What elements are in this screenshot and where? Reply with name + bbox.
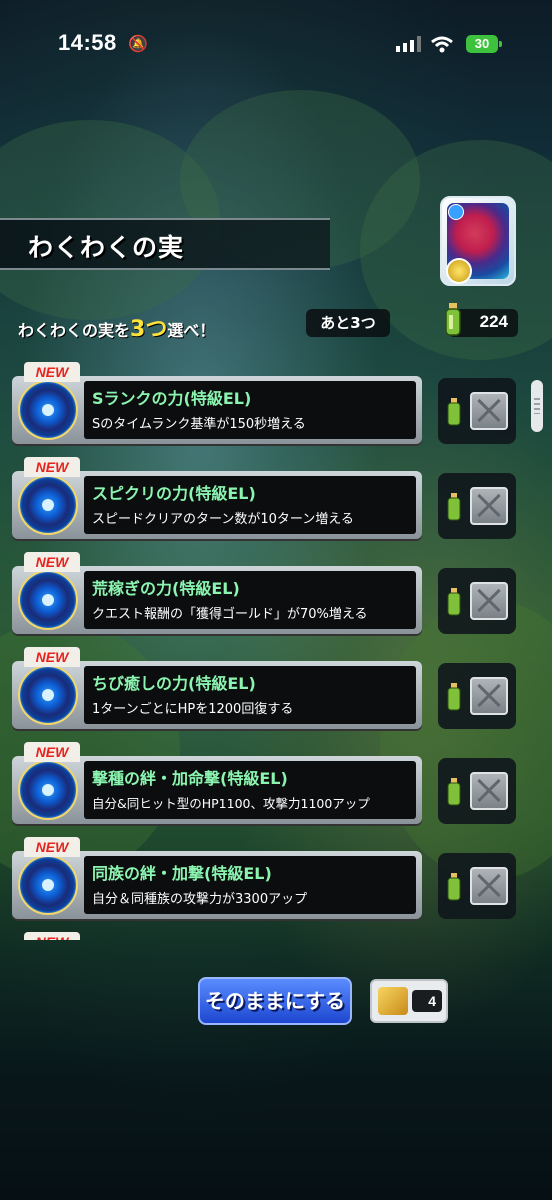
lock-checkbox[interactable] <box>470 487 508 525</box>
fruit-name: 同族の絆・加撃(特級EL) <box>92 864 272 883</box>
list-item[interactable]: スピクリの力(特級EL) スピードクリアのターン数が10ターン増える NEW <box>12 457 518 539</box>
battery-indicator: 30 <box>466 35 502 53</box>
fruit-orb-icon <box>18 760 78 820</box>
fruit-name: 撃種の絆・加命撃(特級EL) <box>92 769 288 788</box>
page-title-bar: わくわくの実 <box>0 218 330 270</box>
ticket-button[interactable]: 4 <box>370 979 448 1023</box>
scroll-ticket-icon <box>378 987 408 1015</box>
new-badge: NEW <box>24 932 80 940</box>
fruit-description: 自分＆同種族の攻撃力が3300アップ <box>92 892 308 907</box>
lock-checkbox[interactable] <box>470 677 508 715</box>
fruit-orb-icon <box>18 380 78 440</box>
fruit-bottle-icon <box>447 873 461 901</box>
new-badge: NEW <box>24 362 80 382</box>
fruit-card[interactable]: 撃種の絆・加命撃(特級EL) 自分&同ヒット型のHP1100、攻撃力1100アッ… <box>12 756 422 824</box>
fruit-bottle-icon <box>447 778 461 806</box>
ticket-count: 4 <box>412 990 442 1012</box>
fruit-bottle-icon <box>447 493 461 521</box>
fruit-orb-icon <box>18 570 78 630</box>
fruit-list[interactable]: Sランクの力(特級EL) Sのタイムランク基準が150秒増える NEW スピクリ… <box>0 360 552 940</box>
fruit-card[interactable]: 荒稼ぎの力(特級EL) クエスト報酬の「獲得ゴールド」が70%増える <box>12 566 422 634</box>
lock-panel[interactable] <box>438 473 516 539</box>
lock-checkbox[interactable] <box>470 772 508 810</box>
list-item[interactable]: 撃種の絆・加命撃(特級EL) 自分&同ヒット型のHP1100、攻撃力1100アッ… <box>12 742 518 824</box>
keep-as-is-button[interactable]: そのままにする <box>198 977 352 1025</box>
fruit-count: 224 <box>479 312 508 331</box>
new-badge: NEW <box>24 552 80 572</box>
fruit-bottle-icon <box>447 398 461 426</box>
mute-bell-icon: 🔕 <box>128 34 148 53</box>
page-title: わくわくの実 <box>28 233 185 262</box>
selection-prompt: わくわくの実を3つ選べ！ <box>18 311 215 343</box>
fruit-bottle-icon <box>447 683 461 711</box>
list-scrollbar[interactable] <box>531 380 543 432</box>
scrollbar-grip-icon <box>534 398 540 414</box>
wifi-icon <box>431 36 453 53</box>
rank-badge-icon <box>446 258 472 284</box>
fruit-name: Sランクの力(特級EL) <box>92 389 252 408</box>
fruit-count-box: 224 <box>445 303 518 337</box>
element-icon <box>448 204 464 220</box>
fruit-description: 1ターンごとにHPを1200回復する <box>92 702 294 717</box>
list-item[interactable]: 荒稼ぎの力(特級EL) クエスト報酬の「獲得ゴールド」が70%増える NEW <box>12 552 518 634</box>
prompt-suffix: 選べ！ <box>167 321 216 340</box>
prompt-prefix: わくわくの実を <box>18 321 131 340</box>
fruit-description: スピードクリアのターン数が10ターン増える <box>92 512 354 527</box>
fruit-name: ちび癒しの力(特級EL) <box>92 674 256 693</box>
fruit-orb-icon <box>18 475 78 535</box>
lock-panel[interactable] <box>438 663 516 729</box>
new-badge: NEW <box>24 837 80 857</box>
fruit-name: スピクリの力(特級EL) <box>92 484 256 503</box>
fruit-orb-icon <box>18 665 78 725</box>
fruit-bottle-icon <box>445 303 461 336</box>
fruit-bottle-icon <box>447 588 461 616</box>
lock-panel[interactable] <box>438 853 516 919</box>
lock-panel[interactable] <box>438 758 516 824</box>
fruit-description: クエスト報酬の「獲得ゴールド」が70%増える <box>92 607 368 622</box>
remaining-count: あと3つ <box>306 309 390 337</box>
status-bar: 14:58 🔕 30 <box>0 0 552 90</box>
new-badge: NEW <box>24 647 80 667</box>
signal-icon <box>396 36 421 52</box>
fruit-card[interactable]: Sランクの力(特級EL) Sのタイムランク基準が150秒増える <box>12 376 422 444</box>
fruit-description: 自分&同ヒット型のHP1100、攻撃力1100アップ <box>92 796 370 811</box>
lock-panel[interactable] <box>438 378 516 444</box>
fruit-card[interactable]: 同族の絆・加撃(特級EL) 自分＆同種族の攻撃力が3300アップ <box>12 851 422 919</box>
lock-checkbox[interactable] <box>470 392 508 430</box>
new-badge: NEW <box>24 742 80 762</box>
new-badge: NEW <box>24 457 80 477</box>
lock-checkbox[interactable] <box>470 867 508 905</box>
fruit-name: 荒稼ぎの力(特級EL) <box>92 579 240 598</box>
lock-checkbox[interactable] <box>470 582 508 620</box>
fruit-card[interactable]: ちび癒しの力(特級EL) 1ターンごとにHPを1200回復する <box>12 661 422 729</box>
lock-panel[interactable] <box>438 568 516 634</box>
list-item[interactable]: Sランクの力(特級EL) Sのタイムランク基準が150秒増える NEW <box>12 362 518 444</box>
character-avatar[interactable] <box>440 196 516 286</box>
fruit-orb-icon <box>18 855 78 915</box>
list-item[interactable]: 同族の絆・加撃(特級EL) 自分＆同種族の攻撃力が3300アップ NEW <box>12 837 518 919</box>
fruit-description: Sのタイムランク基準が150秒増える <box>92 417 306 432</box>
status-time: 14:58 <box>58 30 117 55</box>
list-item[interactable]: ちび癒しの力(特級EL) 1ターンごとにHPを1200回復する NEW <box>12 647 518 729</box>
prompt-count: 3つ <box>130 317 168 342</box>
fruit-card[interactable]: スピクリの力(特級EL) スピードクリアのターン数が10ターン増える <box>12 471 422 539</box>
